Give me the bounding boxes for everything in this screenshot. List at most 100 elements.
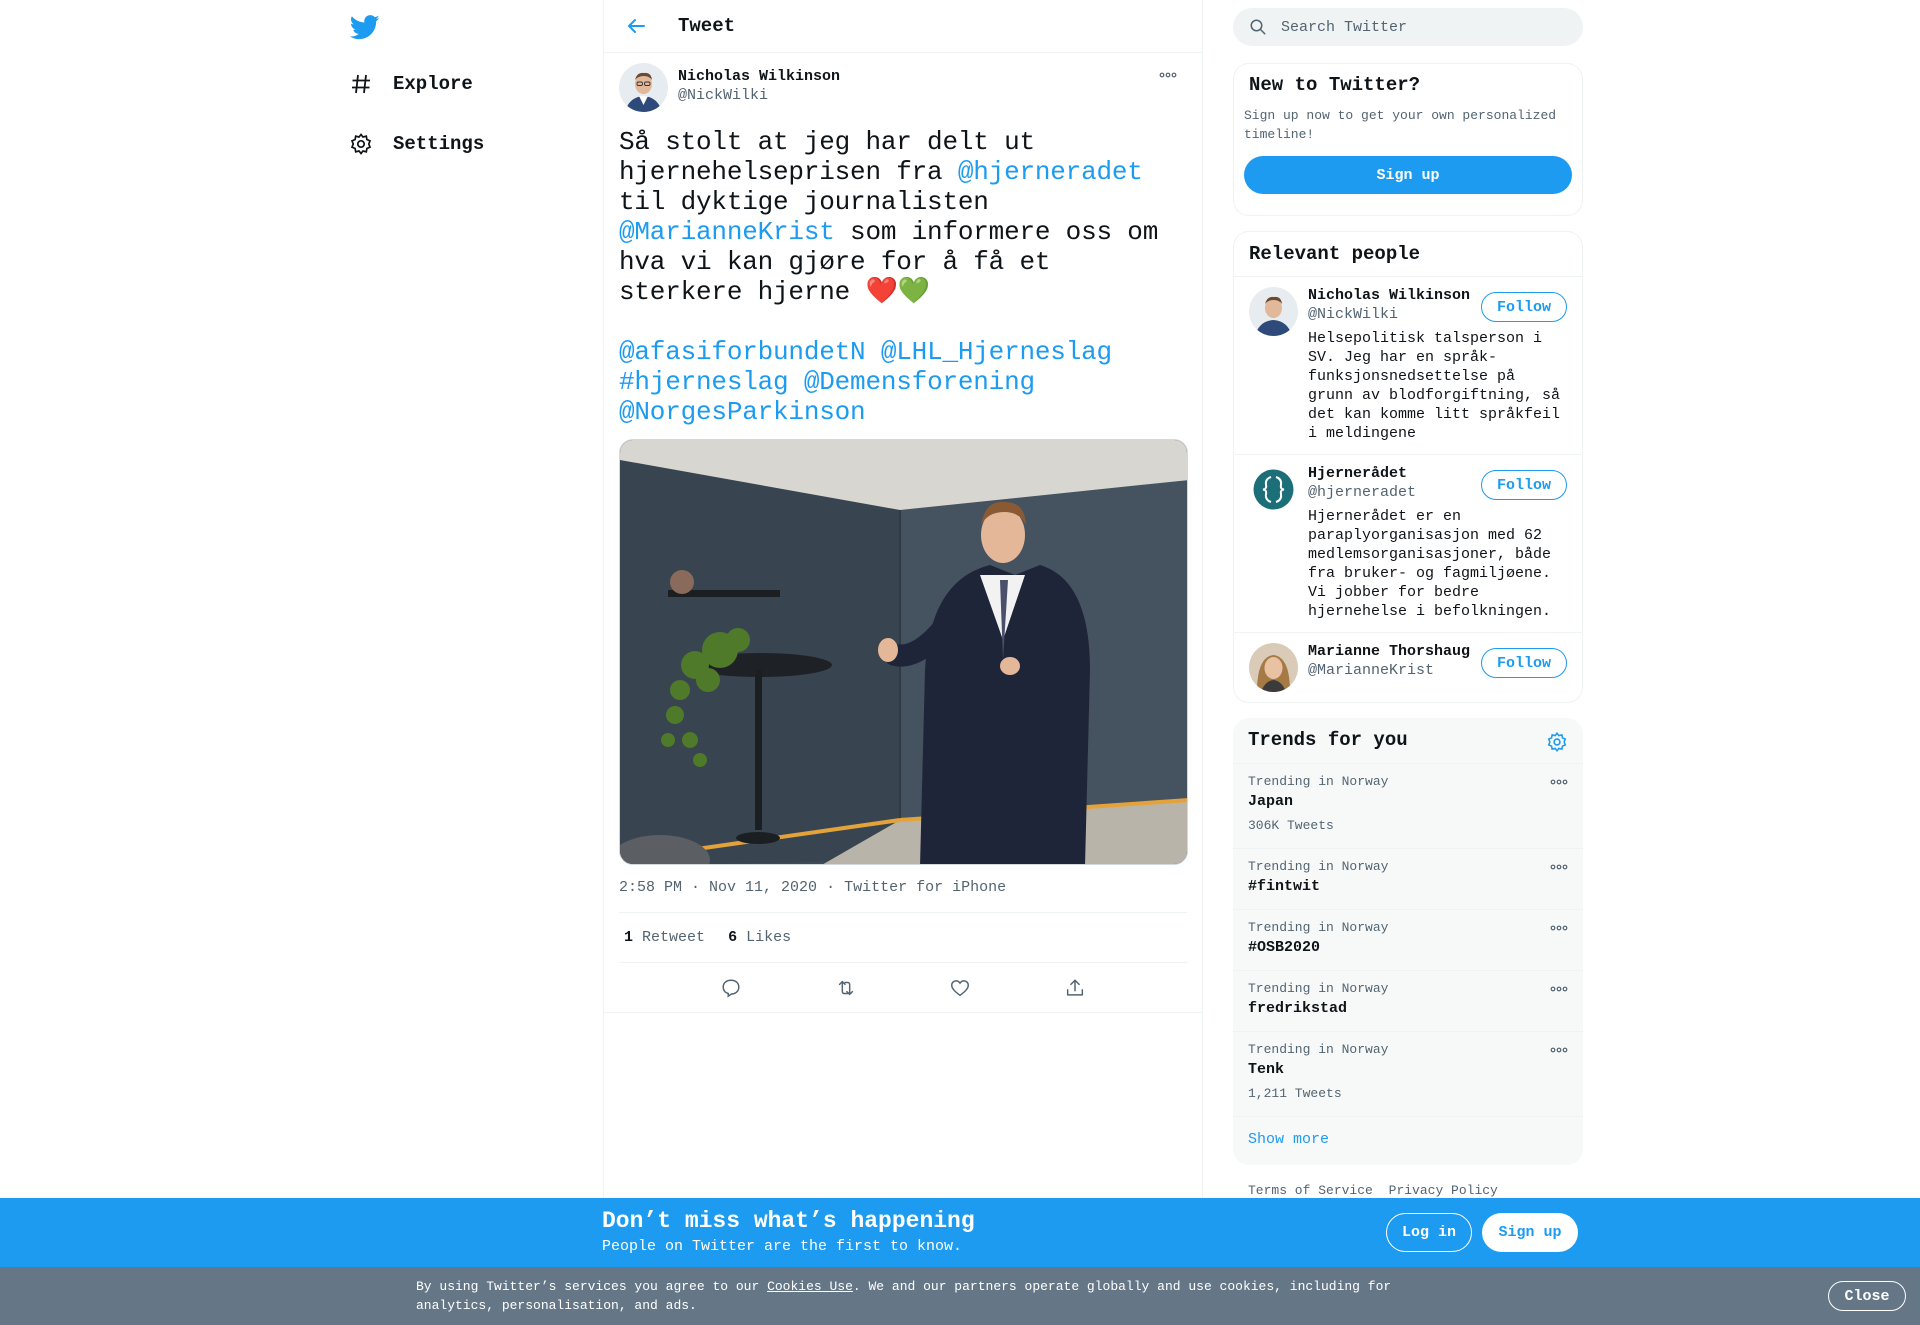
trend-name: Japan — [1248, 793, 1294, 810]
cookie-close-button[interactable]: Close — [1828, 1281, 1906, 1311]
trends-title: Trends for you — [1248, 729, 1408, 751]
trend-context: Trending in Norway — [1248, 981, 1389, 996]
cookie-text: By using Twitter’s services you agree to… — [416, 1279, 1392, 1313]
relevant-people-title: Relevant people — [1234, 232, 1582, 277]
person-name[interactable]: Nicholas Wilkinson — [1308, 287, 1473, 304]
like-icon[interactable] — [949, 977, 971, 999]
tweet-mention-link[interactable]: @LHL_Hjerneslag — [881, 337, 1112, 367]
person-bio: Hjernerådet er en paraplyorganisasjon me… — [1308, 508, 1552, 620]
main-column: Tweet Nicholas Wilkinson @NickWilki Så s… — [603, 0, 1203, 1325]
back-arrow-icon[interactable] — [624, 14, 648, 38]
trends-settings-gear-icon[interactable] — [1546, 731, 1568, 753]
person-name[interactable]: Hjernerådet — [1308, 465, 1473, 482]
trends-box: Trends for you Trending in Norway Japan … — [1233, 718, 1583, 1165]
tweet: Nicholas Wilkinson @NickWilki Så stolt a… — [604, 53, 1202, 1013]
page-header: Tweet — [604, 0, 1202, 53]
person-avatar[interactable] — [1249, 643, 1298, 692]
signup-banner-subtitle: People on Twitter are the first to know. — [602, 1238, 963, 1255]
trend-item[interactable]: Trending in Norway #OSB2020 — [1233, 910, 1583, 971]
person-card[interactable]: Marianne Thorshaug @MarianneKrist Follow — [1234, 633, 1582, 701]
show-more-trends-link[interactable]: Show more — [1233, 1117, 1583, 1162]
share-icon[interactable] — [1064, 977, 1086, 999]
hashtag-icon — [352, 74, 370, 94]
cookie-banner: By using Twitter’s services you agree to… — [0, 1267, 1920, 1325]
relevant-people-box: Relevant people Nicholas Wilkinson @Nick… — [1233, 231, 1583, 703]
author-avatar[interactable] — [619, 63, 668, 112]
tweet-mention-link[interactable]: @NorgesParkinson — [619, 397, 866, 427]
tweet-mention-link[interactable]: #hjerneslag — [619, 367, 789, 397]
tweet-text: Så stolt at jeg har delt ut hjernehelsep… — [619, 127, 1187, 427]
privacy-link[interactable]: Privacy Policy — [1389, 1183, 1498, 1198]
trend-more-icon[interactable] — [1550, 778, 1568, 786]
terms-link[interactable]: Terms of Service — [1248, 1183, 1373, 1198]
new-to-twitter-box: New to Twitter? Sign up now to get your … — [1233, 63, 1583, 216]
trend-more-icon[interactable] — [1550, 1046, 1568, 1054]
tweet-counts: 1 Retweet 6 Likes — [619, 913, 1187, 963]
nav-settings-label: Settings — [393, 133, 485, 155]
follow-button[interactable]: Follow — [1481, 470, 1567, 500]
person-card[interactable]: Nicholas Wilkinson @NickWilki Helsepolit… — [1234, 277, 1582, 455]
footer-links: Terms of Service Privacy Policy — [1248, 1183, 1506, 1198]
follow-button[interactable]: Follow — [1481, 292, 1567, 322]
search-icon — [1250, 19, 1266, 35]
tweet-source[interactable]: Twitter for iPhone — [844, 879, 1006, 896]
like-count[interactable]: 6 Likes — [728, 929, 791, 946]
trend-item[interactable]: Trending in Norway Tenk 1,211 Tweets — [1233, 1032, 1583, 1117]
tweet-mention-link[interactable]: @afasiforbundetN — [619, 337, 866, 367]
trend-count: 1,211 Tweets — [1248, 1086, 1342, 1101]
tweet-actions — [604, 963, 1202, 1013]
reply-icon[interactable] — [720, 977, 742, 999]
follow-button[interactable]: Follow — [1481, 648, 1567, 678]
trend-more-icon[interactable] — [1550, 985, 1568, 993]
search-bar[interactable] — [1233, 8, 1583, 46]
trend-item[interactable]: Trending in Norway Japan 306K Tweets — [1233, 764, 1583, 849]
more-options-icon[interactable] — [1159, 71, 1177, 79]
tweet-text-segment: ❤️💚 — [865, 277, 930, 307]
tweet-mention-link[interactable]: @MarianneKrist — [619, 217, 835, 247]
person-avatar[interactable] — [1249, 287, 1298, 336]
retweet-count[interactable]: 1 Retweet — [624, 929, 705, 946]
person-bio: Helsepolitisk talsperson i SV. Jeg har e… — [1308, 330, 1561, 442]
tweet-author: Nicholas Wilkinson @NickWilki — [619, 63, 1187, 121]
trend-count: 306K Tweets — [1248, 818, 1334, 833]
sidebar-signup-button[interactable]: Sign up — [1244, 156, 1572, 194]
new-to-twitter-title: New to Twitter? — [1249, 74, 1421, 96]
person-avatar[interactable] — [1249, 465, 1298, 514]
signup-banner-title: Don’t miss what’s happening — [602, 1208, 975, 1234]
tweet-text-segment — [1035, 367, 1050, 397]
tweet-time[interactable]: 2:58 PM · Nov 11, 2020 — [619, 879, 817, 896]
trend-item[interactable]: Trending in Norway fredrikstad — [1233, 971, 1583, 1032]
tweet-mention-link[interactable]: @Demensforening — [804, 367, 1035, 397]
tweet-text-segment — [865, 337, 880, 367]
author-name[interactable]: Nicholas Wilkinson — [678, 68, 840, 85]
trend-name: #OSB2020 — [1248, 939, 1321, 956]
retweet-icon[interactable] — [835, 977, 857, 999]
signup-banner: Don’t miss what’s happening People on Tw… — [0, 1198, 1920, 1267]
nav-settings[interactable]: Settings — [349, 124, 484, 164]
tweet-photo[interactable] — [619, 439, 1188, 865]
tweet-text-segment — [788, 367, 803, 397]
nav-explore[interactable]: Explore — [349, 64, 473, 104]
signup-button[interactable]: Sign up — [1482, 1213, 1578, 1252]
trend-name: Tenk — [1248, 1061, 1285, 1078]
login-button[interactable]: Log in — [1386, 1213, 1472, 1252]
trend-name: fredrikstad — [1248, 1000, 1348, 1017]
tweet-mention-link[interactable]: @hjerneradet — [958, 157, 1143, 187]
meta-separator: · — [826, 879, 836, 896]
trend-more-icon[interactable] — [1550, 863, 1568, 871]
new-to-twitter-text: Sign up now to get your own personalized… — [1244, 108, 1557, 142]
search-input[interactable] — [1281, 18, 1561, 36]
cookies-use-link[interactable]: Cookies Use — [767, 1279, 853, 1294]
trend-context: Trending in Norway — [1248, 920, 1389, 935]
trend-item[interactable]: Trending in Norway #fintwit — [1233, 849, 1583, 910]
person-card[interactable]: Hjernerådet @hjerneradet Hjernerådet er … — [1234, 455, 1582, 633]
gear-icon — [350, 133, 372, 155]
person-name[interactable]: Marianne Thorshaug — [1308, 643, 1473, 660]
trend-context: Trending in Norway — [1248, 1042, 1389, 1057]
tweet-meta: 2:58 PM · Nov 11, 2020 · Twitter for iPh… — [619, 879, 1187, 913]
author-handle[interactable]: @NickWilki — [678, 87, 840, 104]
twitter-logo-icon[interactable] — [349, 12, 381, 42]
tweet-text-segment — [1112, 337, 1127, 367]
trend-name: #fintwit — [1248, 878, 1321, 895]
trend-more-icon[interactable] — [1550, 924, 1568, 932]
